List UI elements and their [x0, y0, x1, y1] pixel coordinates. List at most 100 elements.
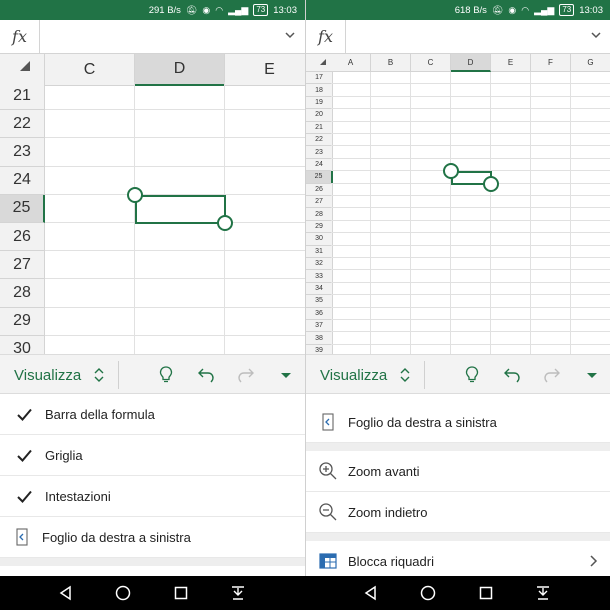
cell-d22[interactable] — [135, 110, 225, 139]
home-icon[interactable] — [114, 584, 132, 602]
cell-g24[interactable] — [571, 159, 610, 172]
column-header-a[interactable]: A — [331, 54, 371, 72]
cell-g33[interactable] — [571, 270, 610, 283]
cell-e18[interactable] — [491, 84, 531, 97]
notification-pull-icon[interactable] — [229, 584, 247, 602]
cell-a22[interactable] — [331, 134, 371, 147]
cell-d36[interactable] — [451, 307, 491, 320]
selection-handle-bottom-right[interactable] — [483, 175, 499, 192]
cell-b23[interactable] — [371, 146, 411, 159]
cell-c36[interactable] — [411, 307, 451, 320]
cell-e30[interactable] — [491, 233, 531, 246]
formula-input[interactable] — [347, 20, 583, 53]
spreadsheet-grid[interactable]: A B C D E F G 17 18 19 20 21 22 23 24 25 26 27 28 29 30 31 32 3… — [306, 54, 610, 354]
cell-d39[interactable] — [451, 344, 491, 354]
cell-f18[interactable] — [531, 84, 571, 97]
cell-b35[interactable] — [371, 295, 411, 308]
row-header-36[interactable]: 36 — [306, 307, 333, 320]
cell-d27[interactable] — [135, 251, 225, 280]
cell-a28[interactable] — [331, 208, 371, 221]
cell-b27[interactable] — [371, 196, 411, 209]
cell-b17[interactable] — [371, 72, 411, 85]
cell-c34[interactable] — [411, 282, 451, 296]
cell-b30[interactable] — [371, 233, 411, 246]
cell-f32[interactable] — [531, 258, 571, 271]
dropdown-arrow-icon[interactable] — [276, 365, 296, 385]
cell-d31[interactable] — [451, 245, 491, 258]
cell-e37[interactable] — [491, 320, 531, 333]
row-header-29[interactable]: 29 — [306, 220, 333, 234]
menu-item-headings[interactable]: Intestazioni — [0, 476, 305, 517]
cell-f28[interactable] — [531, 208, 571, 221]
cell-a20[interactable] — [331, 109, 371, 122]
cell-c23[interactable] — [45, 138, 135, 167]
cell-e28[interactable] — [491, 208, 531, 221]
row-header-23[interactable]: 23 — [0, 138, 45, 167]
cell-f37[interactable] — [531, 320, 571, 333]
cell-a31[interactable] — [331, 245, 371, 258]
cell-d37[interactable] — [451, 320, 491, 333]
formula-input[interactable] — [41, 20, 277, 53]
notification-pull-icon[interactable] — [534, 584, 552, 602]
cell-g38[interactable] — [571, 332, 610, 345]
menu-item-sheet-right-to-left[interactable]: Foglio da destra a sinistra — [306, 402, 610, 443]
cell-e21[interactable] — [225, 82, 305, 111]
cell-g25[interactable] — [571, 171, 610, 184]
cell-b26[interactable] — [371, 183, 411, 196]
cell-f34[interactable] — [531, 282, 571, 296]
back-icon[interactable] — [57, 584, 75, 602]
row-header-24[interactable]: 24 — [0, 166, 45, 195]
cell-d22[interactable] — [451, 134, 491, 147]
fx-icon[interactable]: fx — [0, 20, 40, 53]
cell-a32[interactable] — [331, 258, 371, 271]
column-header-b[interactable]: B — [371, 54, 411, 72]
cell-d30[interactable] — [135, 335, 225, 354]
cell-d19[interactable] — [451, 96, 491, 110]
column-header-c[interactable]: C — [411, 54, 451, 72]
cell-e26[interactable] — [225, 223, 305, 252]
spreadsheet-grid[interactable]: C D E 21 22 23 24 25 26 27 28 29 30 — [0, 54, 305, 354]
column-header-g[interactable]: G — [571, 54, 610, 72]
row-header-29[interactable]: 29 — [0, 307, 45, 336]
cell-e24[interactable] — [225, 167, 305, 195]
cell-a24[interactable] — [331, 158, 371, 172]
cell-c29[interactable] — [45, 307, 135, 336]
cell-e23[interactable] — [491, 146, 531, 159]
cell-f27[interactable] — [531, 196, 571, 209]
cell-e23[interactable] — [225, 138, 305, 167]
menu-item-partial[interactable] — [0, 566, 305, 576]
row-header-35[interactable]: 35 — [306, 295, 333, 308]
cell-c27[interactable] — [45, 251, 135, 280]
cell-g36[interactable] — [571, 308, 610, 320]
lightbulb-icon[interactable] — [156, 365, 176, 385]
row-header-37[interactable]: 37 — [306, 320, 333, 333]
cell-b19[interactable] — [371, 96, 411, 110]
cell-c21[interactable] — [45, 82, 135, 111]
cell-f35[interactable] — [531, 295, 571, 308]
cell-c31[interactable] — [411, 245, 451, 258]
cell-e28[interactable] — [225, 279, 305, 308]
cell-b34[interactable] — [371, 282, 411, 296]
row-header-25[interactable]: 25 — [306, 171, 333, 184]
row-header-32[interactable]: 32 — [306, 258, 333, 271]
cell-g29[interactable] — [571, 221, 610, 234]
menu-item-zoom-in[interactable]: Zoom avanti — [306, 451, 610, 492]
home-icon[interactable] — [419, 584, 437, 602]
redo-icon[interactable] — [542, 365, 562, 385]
cell-f21[interactable] — [531, 121, 571, 134]
cell-g17[interactable] — [571, 72, 610, 85]
menu-item-freeze-panes[interactable]: Blocca riquadri — [306, 541, 610, 576]
cell-g18[interactable] — [571, 84, 610, 97]
cell-a23[interactable] — [331, 146, 371, 159]
cell-c26[interactable] — [411, 183, 451, 196]
cell-d17[interactable] — [451, 72, 491, 85]
cell-e20[interactable] — [491, 109, 531, 122]
row-header-21[interactable]: 21 — [0, 82, 45, 111]
cell-f29[interactable] — [531, 220, 571, 234]
row-header-21[interactable]: 21 — [306, 121, 333, 134]
menu-item-gridlines[interactable]: Griglia — [0, 435, 305, 476]
cell-b28[interactable] — [371, 208, 411, 221]
cell-e33[interactable] — [491, 270, 531, 283]
row-header-38[interactable]: 38 — [306, 332, 333, 345]
selection-handle-top-left[interactable] — [127, 186, 143, 203]
